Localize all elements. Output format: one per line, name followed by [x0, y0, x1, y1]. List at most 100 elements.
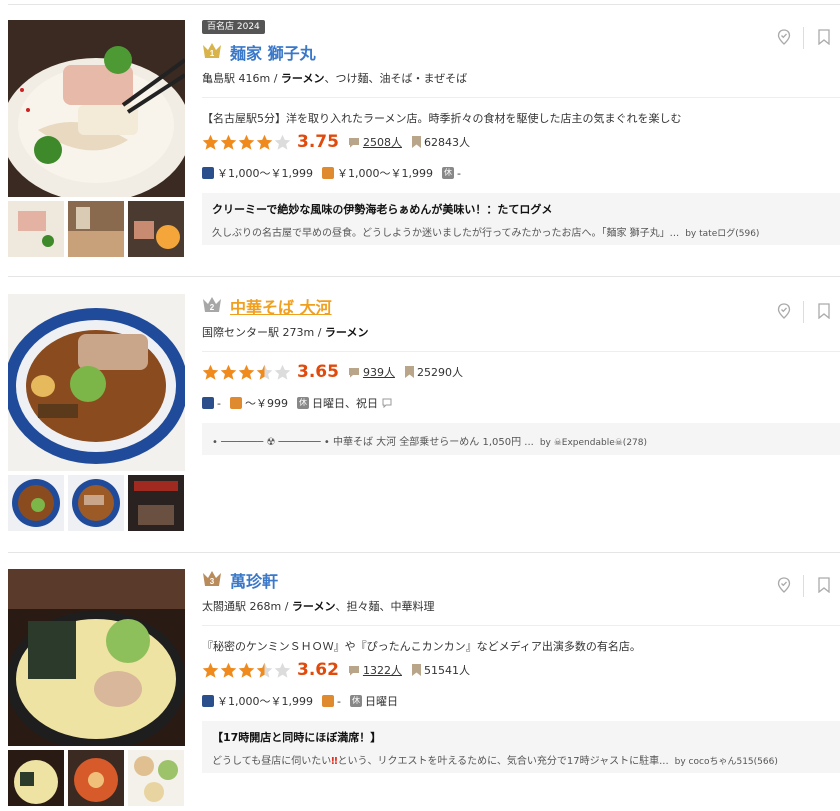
- star-icon: [202, 364, 219, 380]
- closed-days: 日曜日、祝日: [311, 397, 378, 410]
- genre-rest: 、つけ麺、油そば・まぜそば: [324, 72, 468, 85]
- dinner-price: ￥1,000～￥1,999: [217, 167, 313, 180]
- bookmark-count: 25290人: [416, 366, 463, 379]
- price-row: ￥1,000～￥1,999 ￥1,000～￥1,999 休 -: [202, 165, 461, 181]
- icon-separator: [803, 575, 804, 597]
- star-icon: [202, 134, 219, 150]
- review-snippet[interactable]: • ─────── ☢ ─────── • 中華そば 大河 全部乗せらーめん 1…: [202, 423, 840, 455]
- star-icon: [220, 134, 237, 150]
- review-title: クリーミーで絶妙な風味の伊勢海老らぁめんが美味い！：たてログメ: [212, 203, 553, 216]
- reviewer[interactable]: by tateログ(596): [685, 229, 759, 239]
- star-icon: [220, 662, 237, 678]
- review-body: • ─────── ☢ ─────── • 中華そば 大河 全部乗せらーめん 1…: [212, 433, 830, 448]
- area-genre: 亀島駅 416m / ラーメン、つけ麺、油そば・まぜそば: [202, 70, 467, 86]
- station-distance[interactable]: 亀島駅 416m /: [202, 72, 281, 85]
- star-icon: [238, 134, 255, 150]
- reviewer[interactable]: by ☠Expendable☠(278): [540, 438, 647, 448]
- thumbnail[interactable]: [68, 750, 124, 806]
- sun-icon: [321, 167, 334, 179]
- station-distance[interactable]: 太閤通駅 268m /: [202, 600, 292, 613]
- main-photo[interactable]: [8, 294, 185, 471]
- comment-icon[interactable]: [382, 398, 392, 408]
- dinner-price: -: [217, 396, 221, 410]
- bookmark-count: 51541人: [423, 664, 470, 677]
- restaurant-name-link[interactable]: 麺家 獅子丸: [230, 40, 316, 64]
- rating-score: 3.75: [297, 132, 339, 152]
- rank-crown-icon: 2: [203, 297, 221, 312]
- star-icon: [256, 134, 273, 150]
- sun-icon: [229, 397, 242, 409]
- price-row: ￥1,000～￥1,999 - 休 日曜日: [202, 693, 398, 709]
- lunch-price: ￥1,000～￥1,999: [336, 167, 433, 180]
- thumbnail[interactable]: [68, 201, 124, 257]
- card-top-border: [8, 276, 840, 277]
- star-rating: [202, 134, 291, 151]
- bookmark-ribbon-icon: [411, 664, 421, 676]
- pr-text: 【名古屋駅5分】洋を取り入れたラーメン店。時季折々の食材を駆使した店主の気まぐれ…: [202, 112, 682, 125]
- area-genre: 国際センター駅 273m / ラーメン: [202, 324, 368, 340]
- thumbnail-strip: [8, 750, 185, 806]
- star-icon: [274, 364, 291, 380]
- icon-separator: [803, 27, 804, 49]
- thumbnail[interactable]: [8, 750, 64, 806]
- star-rating: [202, 662, 291, 679]
- star-icon: [274, 662, 291, 678]
- restaurant-name-link[interactable]: 中華そば 大河: [230, 294, 332, 318]
- thumbnail-strip: [8, 475, 185, 531]
- sun-icon: [321, 695, 334, 707]
- rating-score: 3.65: [297, 362, 339, 382]
- map-pin-check-icon[interactable]: [776, 577, 792, 593]
- thumbnail[interactable]: [128, 201, 184, 257]
- thumbnail[interactable]: [68, 475, 124, 531]
- bookmark-ribbon-icon: [404, 366, 414, 378]
- review-snippet[interactable]: 【17時開店と同時にほぼ満席！】 どうしても昼店に伺いたい‼という、リクエストを…: [202, 721, 840, 773]
- divider: [202, 97, 840, 98]
- review-count-link[interactable]: 1322人: [363, 662, 402, 678]
- comment-bubble-icon: [348, 137, 359, 147]
- star-icon: [202, 662, 219, 678]
- comment-bubble-icon: [348, 665, 359, 675]
- bookmark-icon[interactable]: [816, 29, 832, 45]
- review-count-link[interactable]: 939人: [363, 364, 395, 380]
- price-row: - ～￥999 休 日曜日、祝日: [202, 395, 392, 411]
- reviewer[interactable]: by cocoちゃん515(566): [675, 757, 778, 767]
- thumbnail[interactable]: [8, 201, 64, 257]
- restaurant-card: 2 中華そば 大河 国際センター駅 273m / ラーメン 3.65 939人 …: [0, 276, 840, 552]
- genre-main: ラーメン: [324, 326, 369, 339]
- closed-day-icon: 休: [349, 695, 362, 707]
- review-count-link[interactable]: 2508人: [363, 134, 402, 150]
- genre-main: ラーメン: [291, 600, 336, 613]
- lunch-price: ～￥999: [244, 397, 288, 410]
- thumbnail[interactable]: [8, 475, 64, 531]
- card-top-border: [8, 552, 840, 553]
- comment-bubble-icon: [348, 367, 359, 377]
- map-pin-check-icon[interactable]: [776, 303, 792, 319]
- station-distance[interactable]: 国際センター駅 273m /: [202, 326, 325, 339]
- star-rating: [202, 364, 291, 381]
- rank-number: 1: [210, 49, 215, 58]
- bookmark-icon[interactable]: [816, 577, 832, 593]
- bookmark-icon[interactable]: [816, 303, 832, 319]
- closed-day-icon: 休: [441, 167, 454, 179]
- restaurant-name-link[interactable]: 萬珍軒: [230, 568, 278, 592]
- bookmark-count: 62843人: [423, 136, 470, 149]
- review-text: • ─────── ☢ ─────── • 中華そば 大河 全部乗せらーめん 1…: [212, 437, 534, 448]
- rank-number: 2: [210, 303, 215, 312]
- review-text: という、リクエストを叶えるために、気合い充分で17時ジャストに駐車...: [337, 756, 669, 767]
- rank-number: 3: [210, 577, 215, 586]
- thumbnail[interactable]: [128, 475, 184, 531]
- pr-text: 『秘密のケンミンＳＨＯＷ』や『ぴったんこカンカン』などメディア出演多数の有名店。: [202, 640, 641, 653]
- thumbnail[interactable]: [128, 750, 184, 806]
- restaurant-card: 3 萬珍軒 太閤通駅 268m / ラーメン、担々麺、中華料理 『秘密のケンミン…: [0, 552, 840, 811]
- review-text: 久しぶりの名古屋で早めの昼食。どうしようか迷いましたが行ってみたかったお店へ。「…: [212, 228, 680, 239]
- star-icon: [238, 662, 255, 678]
- hyakumeiten-badge: 百名店 2024: [202, 20, 265, 34]
- main-photo[interactable]: [8, 20, 185, 197]
- main-photo[interactable]: [8, 569, 185, 746]
- star-icon: [274, 134, 291, 150]
- map-pin-check-icon[interactable]: [776, 29, 792, 45]
- review-snippet[interactable]: クリーミーで絶妙な風味の伊勢海老らぁめんが美味い！：たてログメ 久しぶりの名古屋…: [202, 193, 840, 245]
- moon-icon: [202, 397, 214, 409]
- moon-icon: [202, 695, 214, 707]
- review-body: 久しぶりの名古屋で早めの昼食。どうしようか迷いましたが行ってみたかったお店へ。「…: [212, 224, 830, 239]
